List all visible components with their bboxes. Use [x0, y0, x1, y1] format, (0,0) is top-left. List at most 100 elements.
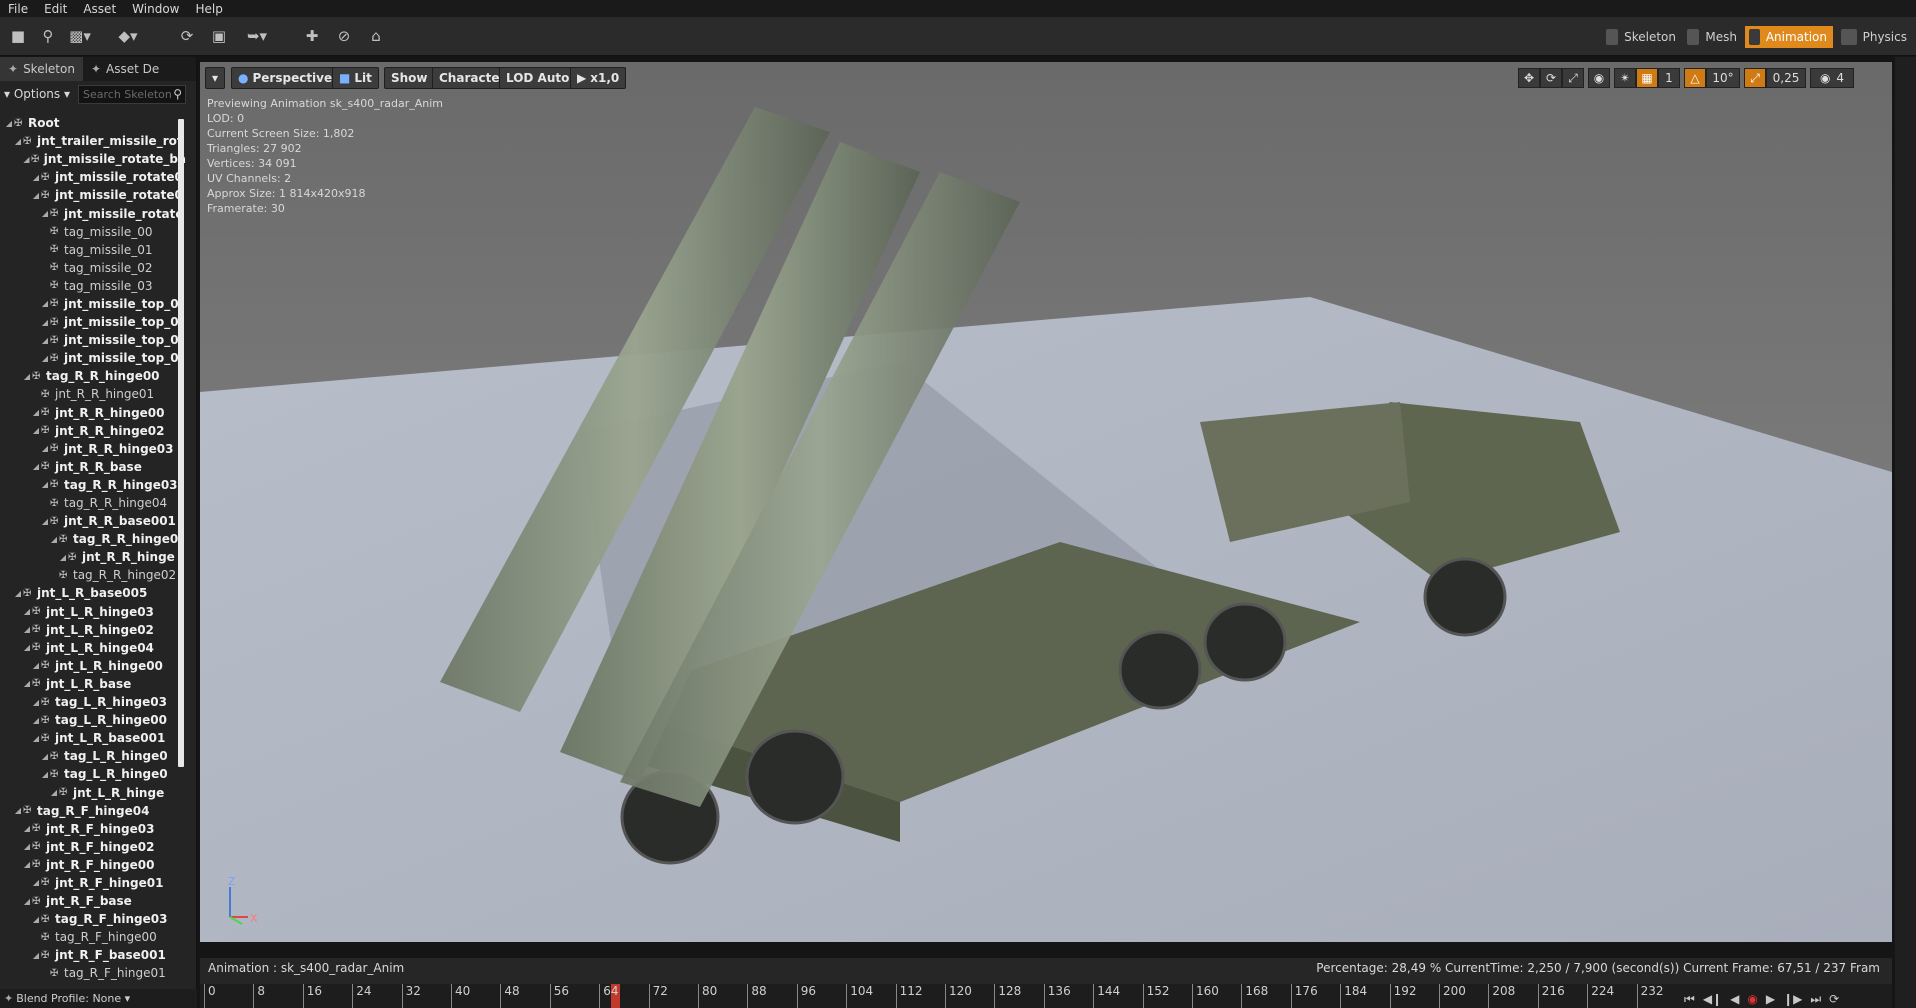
menu-edit[interactable]: Edit	[36, 2, 75, 16]
tree-bone-row[interactable]: ◢ ✠ jnt_L_R_hinge04	[0, 639, 186, 657]
tree-bone-row[interactable]: ◢ ✠ jnt_L_R_base001	[0, 729, 186, 747]
tree-bone-row[interactable]: ◢ ✠ jnt_R_F_hinge02	[0, 838, 186, 856]
expand-arrow-icon[interactable]: ◢	[40, 318, 50, 327]
tree-bone-row[interactable]: ◢ ✠ jnt_missile_top_0	[0, 295, 186, 313]
expand-arrow-icon[interactable]: ◢	[40, 444, 50, 453]
grid-size-value[interactable]: 1	[1658, 68, 1680, 88]
expand-arrow-icon[interactable]: ◢	[22, 824, 32, 833]
tree-bone-row[interactable]: ◢ ✠ tag_L_R_hinge00	[0, 711, 186, 729]
tree-bone-row[interactable]: ✠ tag_missile_02	[0, 259, 186, 277]
tree-bone-row[interactable]: ✠ tag_R_F_hinge01	[0, 964, 186, 982]
expand-arrow-icon[interactable]: ◢	[31, 191, 41, 200]
apply-compression-icon[interactable]: ⟳	[175, 25, 199, 47]
step-forward-icon[interactable]: ❙▶	[1783, 992, 1802, 1006]
tree-bone-row[interactable]: ◢ ✠ jnt_missile_top_0	[0, 331, 186, 349]
expand-arrow-icon[interactable]: ◢	[31, 951, 41, 960]
surface-snap-icon[interactable]: ✴	[1614, 68, 1636, 88]
expand-arrow-icon[interactable]: ◢	[40, 209, 50, 218]
tree-bone-row[interactable]: ◢ ✠ jnt_L_R_hinge02	[0, 621, 186, 639]
expand-arrow-icon[interactable]: ◢	[22, 897, 32, 906]
expand-arrow-icon[interactable]: ◢	[13, 806, 23, 815]
expand-arrow-icon[interactable]: ◢	[22, 155, 31, 164]
expand-arrow-icon[interactable]: ◢	[40, 336, 50, 345]
expand-arrow-icon[interactable]: ◢	[49, 535, 59, 544]
expand-arrow-icon[interactable]: ◢	[4, 119, 14, 128]
tree-bone-row[interactable]: ◢ ✠ jnt_L_R_hinge00	[0, 657, 186, 675]
expand-arrow-icon[interactable]: ◢	[40, 354, 50, 363]
expand-arrow-icon[interactable]: ◢	[40, 517, 50, 526]
play-reverse-icon[interactable]: ◀	[1730, 992, 1739, 1006]
tree-bone-row[interactable]: ◢ ✠ jnt_trailer_missile_rot	[0, 132, 186, 150]
timeline-ruler[interactable]: 0 8 16 24 32 40 48 56 64 72 80 88 96 104 112 120 128 136 1…	[200, 984, 1892, 1008]
options-dropdown[interactable]: ▾ Options ▾	[4, 87, 70, 101]
tree-bone-row[interactable]: ◢ ✠ jnt_missile_rotate	[0, 204, 186, 222]
translate-icon[interactable]: ✥	[1518, 68, 1540, 88]
tree-bone-row[interactable]: ◢ ✠ jnt_L_R_hinge	[0, 783, 186, 801]
menu-file[interactable]: File	[0, 2, 36, 16]
tree-bone-row[interactable]: ◢ ✠ jnt_missile_rotate0	[0, 168, 186, 186]
preview-viewport[interactable]: Z X ▾ ● Perspective ■ Lit Show Character L…	[200, 62, 1892, 942]
mode-animation-button[interactable]: Animation	[1745, 26, 1833, 48]
scale-snap-value[interactable]: 0,25	[1766, 68, 1806, 88]
tree-bone-row[interactable]: ◢ ✠ jnt_L_R_base005	[0, 584, 186, 602]
scale-snap-icon[interactable]: ⤢	[1744, 68, 1766, 88]
expand-arrow-icon[interactable]: ◢	[31, 426, 41, 435]
key-icon[interactable]: ⌂	[364, 25, 388, 47]
tree-bone-row[interactable]: ✠jnt_R_F_hinge0	[0, 983, 186, 985]
step-back-icon[interactable]: ◀❙	[1703, 992, 1722, 1006]
tree-bone-row[interactable]: ◢ ✠ jnt_missile_top_0	[0, 313, 186, 331]
expand-arrow-icon[interactable]: ◢	[40, 752, 50, 761]
world-local-icon[interactable]: ◉	[1588, 68, 1610, 88]
tree-bone-row[interactable]: ◢ ✠ jnt_L_R_hinge03	[0, 603, 186, 621]
menu-asset[interactable]: Asset	[75, 2, 124, 16]
expand-arrow-icon[interactable]: ◢	[22, 607, 32, 616]
mode-mesh-button[interactable]: Mesh	[1683, 26, 1743, 48]
perspective-button[interactable]: ● Perspective	[231, 67, 340, 89]
tree-bone-row[interactable]: ◢ ✠ jnt_missile_top_0	[0, 349, 186, 367]
mode-skeleton-button[interactable]: Skeleton	[1602, 26, 1682, 48]
remove-icon[interactable]: ⊘	[332, 25, 356, 47]
scale-icon[interactable]: ⤢	[1562, 68, 1584, 88]
expand-arrow-icon[interactable]: ◢	[31, 698, 41, 707]
expand-arrow-icon[interactable]: ◢	[31, 408, 41, 417]
expand-arrow-icon[interactable]: ◢	[31, 462, 41, 471]
tree-bone-row[interactable]: ◢ ✠ jnt_R_F_base	[0, 892, 186, 910]
expand-arrow-icon[interactable]: ◢	[31, 716, 41, 725]
expand-arrow-icon[interactable]: ◢	[49, 788, 59, 797]
tree-bone-row[interactable]: ◢ ✠ jnt_R_R_hinge00	[0, 404, 186, 422]
create-asset-icon[interactable]: ➥▾	[245, 25, 269, 47]
rotate-icon[interactable]: ⟳	[1540, 68, 1562, 88]
tree-bone-row[interactable]: ◢ ✠ Root	[0, 114, 186, 132]
expand-arrow-icon[interactable]: ◢	[31, 661, 41, 670]
loop-icon[interactable]: ⟳	[1829, 992, 1839, 1006]
save-icon[interactable]: ■	[6, 25, 30, 47]
show-button[interactable]: Show	[384, 67, 435, 89]
menu-window[interactable]: Window	[124, 2, 187, 16]
search-skeleton-input[interactable]: Search Skeleton ⚲	[78, 84, 186, 104]
expand-arrow-icon[interactable]: ◢	[31, 878, 41, 887]
expand-arrow-icon[interactable]: ◢	[22, 860, 32, 869]
expand-arrow-icon[interactable]: ◢	[31, 915, 41, 924]
tree-bone-row[interactable]: ✠ tag_R_R_hinge02	[0, 566, 186, 584]
rotation-snap-value[interactable]: 10°	[1706, 68, 1740, 88]
tree-bone-row[interactable]: ◢ ✠ jnt_R_R_hinge02	[0, 422, 186, 440]
tree-bone-row[interactable]: ✠ tag_R_F_hinge00	[0, 928, 186, 946]
tree-bone-row[interactable]: ◢ ✠ tag_L_R_hinge0	[0, 765, 186, 783]
tree-bone-row[interactable]: ◢ ✠ tag_R_R_hinge0	[0, 530, 186, 548]
tree-bone-row[interactable]: ◢ ✠ jnt_R_R_hinge03	[0, 440, 186, 458]
tree-bone-row[interactable]: ◢ ✠ jnt_R_R_base	[0, 458, 186, 476]
tree-bone-row[interactable]: ◢ ✠ tag_L_R_hinge03	[0, 693, 186, 711]
reimport-icon[interactable]: ▩▾	[68, 25, 92, 47]
tree-bone-row[interactable]: ✠ tag_R_R_hinge04	[0, 494, 186, 512]
expand-arrow-icon[interactable]: ◢	[40, 770, 50, 779]
tree-bone-row[interactable]: ✠ tag_missile_01	[0, 241, 186, 259]
expand-arrow-icon[interactable]: ◢	[22, 372, 32, 381]
camera-speed-value[interactable]: ◉ 4	[1810, 68, 1854, 88]
tree-bone-row[interactable]: ◢ ✠ jnt_R_F_hinge03	[0, 820, 186, 838]
tree-scrollbar[interactable]	[178, 119, 184, 767]
expand-arrow-icon[interactable]: ◢	[31, 173, 41, 182]
tab-asset-details[interactable]: ✦ Asset De	[83, 57, 167, 81]
tree-bone-row[interactable]: ✠ tag_missile_03	[0, 277, 186, 295]
tree-bone-row[interactable]: ◢ ✠ jnt_R_R_base001	[0, 512, 186, 530]
expand-arrow-icon[interactable]: ◢	[22, 842, 32, 851]
